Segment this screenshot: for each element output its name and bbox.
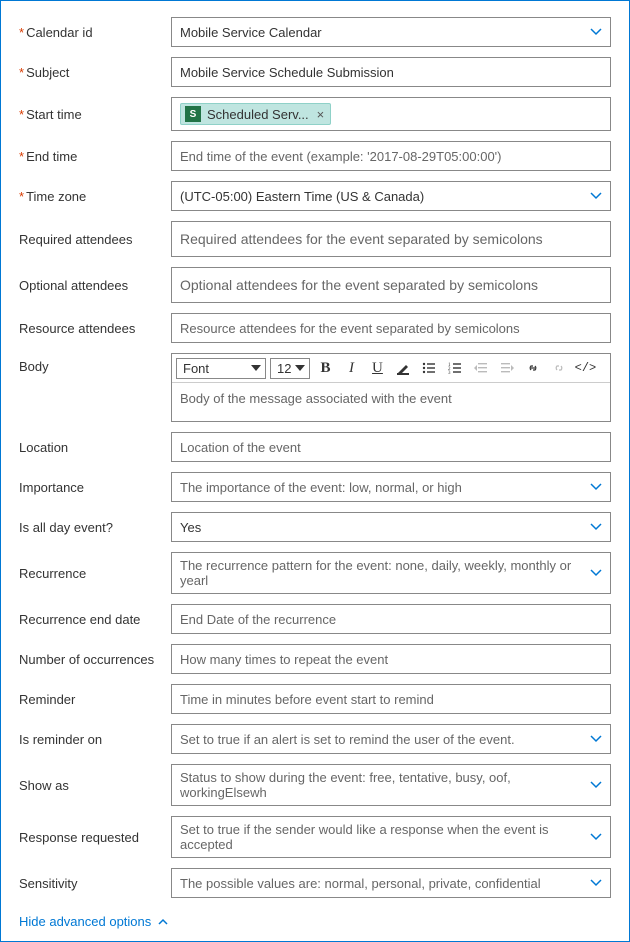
label-is-all-day: Is all day event?	[19, 520, 171, 535]
importance-select[interactable]: The importance of the event: low, normal…	[171, 472, 611, 502]
end-time-input[interactable]: End time of the event (example: '2017-08…	[171, 141, 611, 171]
optional-attendees-input[interactable]: Optional attendees for the event separat…	[171, 267, 611, 303]
calendar-id-select[interactable]: Mobile Service Calendar	[171, 17, 611, 47]
label-recurrence-end: Recurrence end date	[19, 612, 171, 627]
indent-button[interactable]	[496, 357, 518, 379]
svg-text:3: 3	[448, 371, 451, 375]
is-reminder-on-select[interactable]: Set to true if an alert is set to remind…	[171, 724, 611, 754]
recurrence-end-input[interactable]: End Date of the recurrence	[171, 604, 611, 634]
caret-down-icon	[251, 365, 261, 371]
label-start-time: *Start time	[19, 107, 171, 122]
reminder-input[interactable]: Time in minutes before event start to re…	[171, 684, 611, 714]
label-resource-attendees: Resource attendees	[19, 321, 171, 336]
label-end-time: *End time	[19, 149, 171, 164]
rich-text-toolbar: Font 12 B I U 123 </>	[172, 354, 610, 383]
label-sensitivity: Sensitivity	[19, 876, 171, 891]
link-button[interactable]	[522, 357, 544, 379]
response-requested-select[interactable]: Set to true if the sender would like a r…	[171, 816, 611, 858]
dynamic-token[interactable]: S Scheduled Serv... ×	[180, 103, 331, 125]
subject-input[interactable]: Mobile Service Schedule Submission	[171, 57, 611, 87]
unlink-button[interactable]	[548, 357, 570, 379]
caret-down-icon	[295, 365, 305, 371]
num-occurrences-input[interactable]: How many times to repeat the event	[171, 644, 611, 674]
label-importance: Importance	[19, 480, 171, 495]
is-all-day-select[interactable]: Yes	[171, 512, 611, 542]
show-as-select[interactable]: Status to show during the event: free, t…	[171, 764, 611, 806]
label-required-attendees: Required attendees	[19, 232, 171, 247]
label-time-zone: *Time zone	[19, 189, 171, 204]
sharepoint-icon: S	[185, 106, 201, 122]
label-body: Body	[19, 353, 171, 374]
label-calendar-id: *Calendar id	[19, 25, 171, 40]
sensitivity-select[interactable]: The possible values are: normal, persona…	[171, 868, 611, 898]
body-textarea[interactable]: Body of the message associated with the …	[172, 383, 610, 421]
numbered-list-button[interactable]: 123	[444, 357, 466, 379]
font-select[interactable]: Font	[176, 358, 266, 379]
label-recurrence: Recurrence	[19, 566, 171, 581]
resource-attendees-input[interactable]: Resource attendees for the event separat…	[171, 313, 611, 343]
label-num-occurrences: Number of occurrences	[19, 652, 171, 667]
code-view-button[interactable]: </>	[574, 357, 596, 379]
font-size-select[interactable]: 12	[270, 358, 310, 379]
label-location: Location	[19, 440, 171, 455]
start-time-input[interactable]: S Scheduled Serv... ×	[171, 97, 611, 131]
label-show-as: Show as	[19, 778, 171, 793]
label-is-reminder-on: Is reminder on	[19, 732, 171, 747]
label-subject: *Subject	[19, 65, 171, 80]
bold-button[interactable]: B	[314, 357, 336, 379]
required-attendees-input[interactable]: Required attendees for the event separat…	[171, 221, 611, 257]
underline-button[interactable]: U	[366, 357, 388, 379]
label-response-requested: Response requested	[19, 830, 171, 845]
token-remove-icon[interactable]: ×	[317, 107, 325, 122]
location-input[interactable]: Location of the event	[171, 432, 611, 462]
bullet-list-button[interactable]	[418, 357, 440, 379]
label-reminder: Reminder	[19, 692, 171, 707]
time-zone-select[interactable]: (UTC-05:00) Eastern Time (US & Canada)	[171, 181, 611, 211]
label-optional-attendees: Optional attendees	[19, 278, 171, 293]
body-editor: Font 12 B I U 123 </> Body of the messag…	[171, 353, 611, 422]
outdent-button[interactable]	[470, 357, 492, 379]
color-picker-button[interactable]	[392, 357, 414, 379]
recurrence-select[interactable]: The recurrence pattern for the event: no…	[171, 552, 611, 594]
chevron-up-icon	[157, 916, 169, 928]
italic-button[interactable]: I	[340, 357, 362, 379]
action-card: *Calendar id Mobile Service Calendar *Su…	[0, 0, 630, 942]
token-label: Scheduled Serv...	[207, 107, 309, 122]
hide-advanced-options-link[interactable]: Hide advanced options	[19, 914, 169, 929]
